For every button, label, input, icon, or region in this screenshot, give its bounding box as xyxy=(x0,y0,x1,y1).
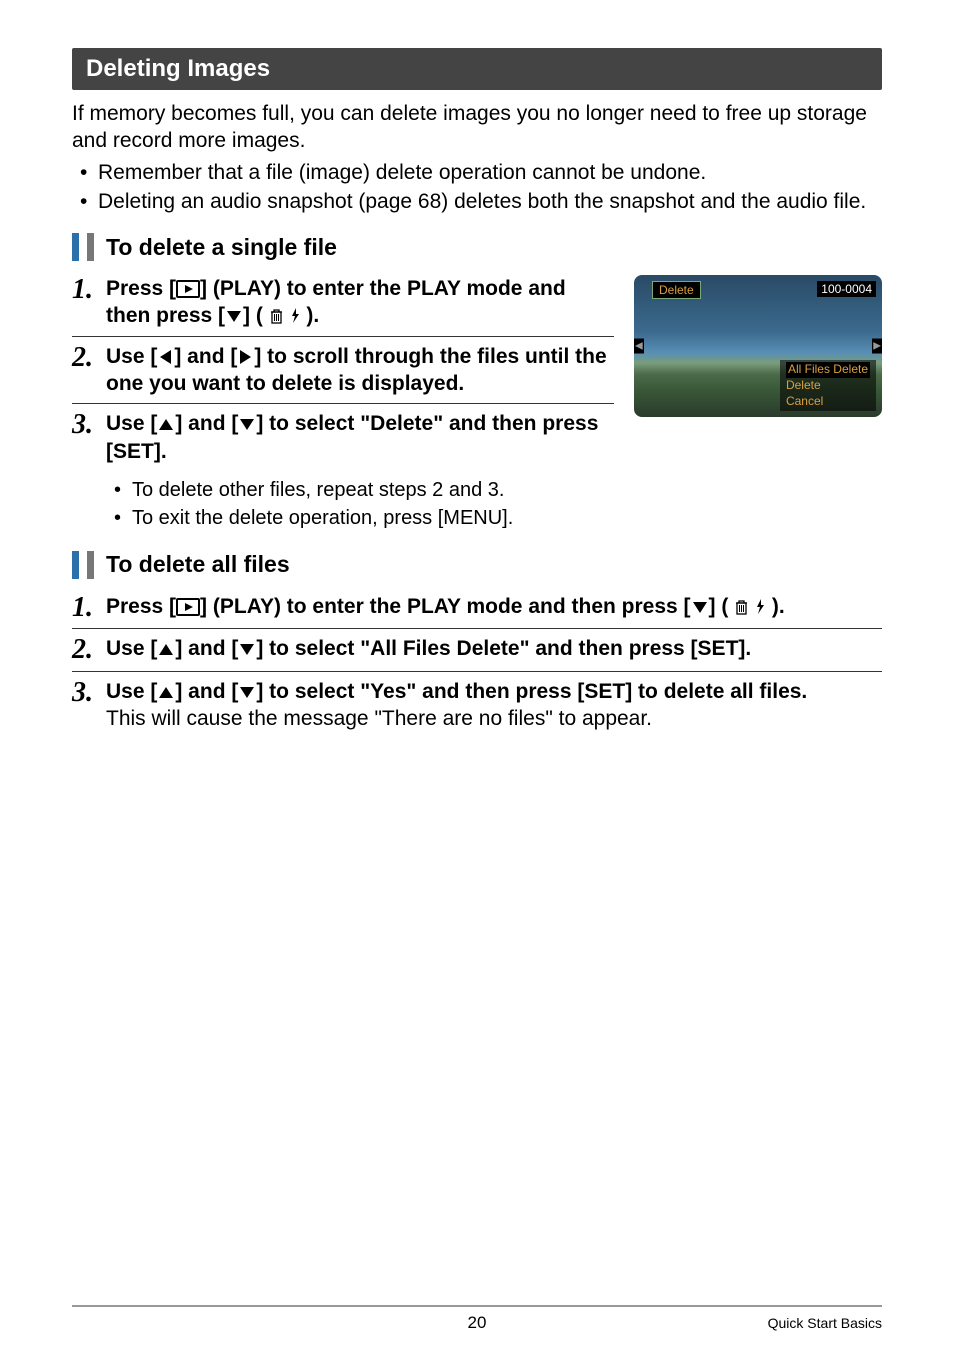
play-icon xyxy=(176,598,200,616)
subsection-heading: To delete a single file xyxy=(72,233,882,261)
step-text: Use [] and [] to select "All Files Delet… xyxy=(106,635,882,664)
bullet-text: Deleting an audio snapshot (page 68) del… xyxy=(98,188,866,215)
intro-text: If memory becomes full, you can delete i… xyxy=(72,100,882,155)
subsection-heading: To delete all files xyxy=(72,551,882,579)
step-number: 3. xyxy=(72,410,106,465)
up-triangle-icon xyxy=(157,641,175,658)
intro-bullet: • Deleting an audio snapshot (page 68) d… xyxy=(80,188,882,215)
camera-menu-all-files: All Files Delete xyxy=(786,362,870,378)
section-header: Deleting Images xyxy=(72,48,882,90)
bullet-dot: • xyxy=(80,159,98,186)
bullet-dot: • xyxy=(114,477,132,503)
intro-bullet: • Remember that a file (image) delete op… xyxy=(80,159,882,186)
step: 1. Press [] (PLAY) to enter the PLAY mod… xyxy=(72,275,614,337)
step-number: 2. xyxy=(72,343,106,398)
step-number: 1. xyxy=(72,275,106,330)
left-triangle-icon xyxy=(157,348,174,366)
flash-icon xyxy=(290,307,301,324)
bullet-text: Remember that a file (image) delete oper… xyxy=(98,159,706,186)
down-triangle-icon xyxy=(691,599,709,616)
step-number: 2. xyxy=(72,635,106,664)
step-text: Use [] and [] to select "Delete" and the… xyxy=(106,410,614,465)
camera-left-arrow: ◀ xyxy=(634,339,644,354)
down-triangle-icon xyxy=(238,684,256,701)
up-triangle-icon xyxy=(157,684,175,701)
subsection-title: To delete all files xyxy=(106,551,290,578)
camera-menu-delete: Delete xyxy=(786,378,821,392)
bullet-dot: • xyxy=(114,505,132,531)
page-number: 20 xyxy=(72,1313,882,1333)
step: 3. Use [] and [] to select "Delete" and … xyxy=(72,410,614,471)
right-triangle-icon xyxy=(237,348,254,366)
step: 2. Use [] and [] to scroll through the f… xyxy=(72,343,614,405)
step-number: 1. xyxy=(72,593,106,622)
trash-icon xyxy=(269,307,284,324)
step-text: Press [] (PLAY) to enter the PLAY mode a… xyxy=(106,593,882,622)
accent-bar-blue xyxy=(72,551,79,579)
down-triangle-icon xyxy=(238,641,256,658)
flash-icon xyxy=(755,598,766,615)
camera-image-id: 100-0004 xyxy=(817,281,876,297)
up-triangle-icon xyxy=(157,416,175,433)
camera-right-arrow: ▶ xyxy=(872,339,882,354)
step: 3. Use [] and [] to select "Yes" and the… xyxy=(72,678,882,739)
page-footer: 20 Quick Start Basics xyxy=(72,1305,882,1331)
step-body-text: This will cause the message "There are n… xyxy=(106,705,882,732)
trash-icon xyxy=(734,598,749,615)
step-text: Use [] and [] to scroll through the file… xyxy=(106,343,614,398)
bullet-text: To delete other files, repeat steps 2 an… xyxy=(132,477,504,503)
step-sub-bullet: • To delete other files, repeat steps 2 … xyxy=(114,477,614,503)
play-icon xyxy=(176,280,200,298)
camera-screenshot: Delete 100-0004 ◀ ▶ All Files Delete Del… xyxy=(634,275,882,417)
camera-menu-cancel: Cancel xyxy=(786,394,823,408)
accent-bar-blue xyxy=(72,233,79,261)
bullet-dot: • xyxy=(80,188,98,215)
step: 1. Press [] (PLAY) to enter the PLAY mod… xyxy=(72,593,882,629)
step-sub-bullet: • To exit the delete operation, press [M… xyxy=(114,505,614,531)
accent-bar-grey xyxy=(87,551,94,579)
accent-bar-grey xyxy=(87,233,94,261)
camera-delete-label: Delete xyxy=(652,281,701,299)
step: 2. Use [] and [] to select "All Files De… xyxy=(72,635,882,671)
step-text: Use [] and [] to select "Yes" and then p… xyxy=(106,678,882,733)
step-number: 3. xyxy=(72,678,106,733)
subsection-title: To delete a single file xyxy=(106,234,337,261)
down-triangle-icon xyxy=(225,308,243,325)
camera-menu: All Files Delete Delete Cancel xyxy=(780,360,876,411)
step-text: Press [] (PLAY) to enter the PLAY mode a… xyxy=(106,275,614,330)
down-triangle-icon xyxy=(238,416,256,433)
bullet-text: To exit the delete operation, press [MEN… xyxy=(132,505,513,531)
